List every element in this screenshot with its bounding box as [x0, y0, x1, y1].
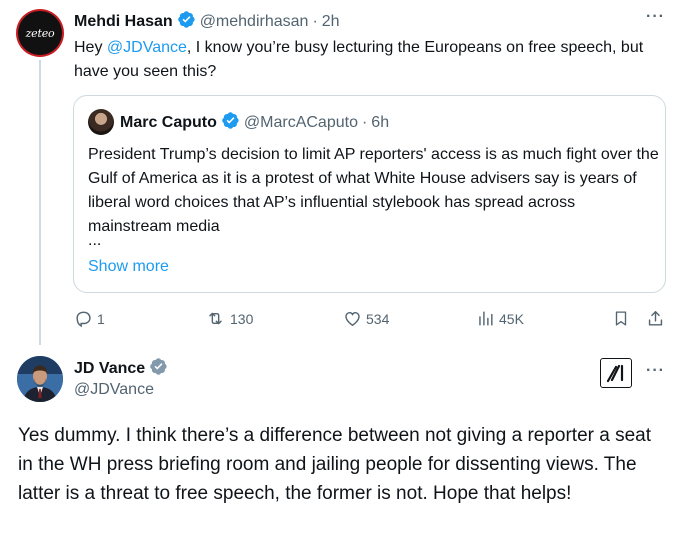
quoted-tweet-text: President Trump’s decision to limit AP r…	[88, 146, 659, 235]
views-count: 45K	[499, 310, 524, 327]
thread-connector-line	[39, 60, 41, 345]
gray-verified-badge-icon	[149, 357, 168, 381]
zeteo-logo: zeteo	[18, 11, 62, 55]
jd-vance-photo	[17, 356, 63, 402]
avatar-marc-caputo[interactable]	[88, 109, 114, 135]
reply-author-header: JD Vance	[74, 357, 168, 381]
views-button[interactable]: 45K	[476, 309, 524, 328]
repost-count: 130	[230, 310, 254, 327]
repost-button[interactable]: 130	[205, 309, 253, 328]
reply-author-handle[interactable]: @JDVance	[74, 381, 154, 399]
reply-icon	[76, 311, 91, 328]
heart-icon	[345, 312, 360, 327]
reply-author-name[interactable]: JD Vance	[74, 360, 145, 378]
author-name[interactable]: Mehdi Hasan	[74, 13, 173, 31]
share-button[interactable]	[646, 309, 665, 328]
reply-button[interactable]: 1	[74, 309, 105, 328]
bookmark-icon	[615, 311, 627, 326]
quoted-tweet-header: Marc Caputo @MarcACaputo · 6h	[120, 111, 389, 135]
more-dots-icon[interactable]: ···	[646, 8, 665, 26]
show-more-link[interactable]: Show more	[88, 258, 169, 276]
main-tweet-text: Hey @JDVance, I know you’re busy lecturi…	[74, 39, 644, 80]
author-handle[interactable]: @mehdirhasan	[200, 13, 309, 31]
mention-link[interactable]: @JDVance	[107, 39, 187, 56]
like-button[interactable]: 534	[343, 309, 389, 328]
views-chart-icon	[479, 311, 493, 326]
avatar-mehdi-hasan[interactable]: zeteo	[16, 9, 64, 57]
separator-dot: ·	[312, 13, 318, 30]
like-count: 534	[366, 310, 390, 327]
reply-tweet-text: Yes dummy. I think there’s a difference …	[18, 425, 652, 504]
more-dots-icon[interactable]: ···	[646, 362, 665, 380]
separator-dot: ·	[361, 114, 368, 131]
quoted-tweet-card[interactable]: Marc Caputo @MarcACaputo · 6h President …	[73, 95, 666, 293]
quoted-tweet-timestamp[interactable]: 6h	[371, 114, 389, 132]
reply-count: 1	[97, 310, 105, 327]
grok-icon[interactable]	[600, 358, 632, 388]
tweet-timestamp[interactable]: 2h	[322, 13, 340, 31]
verified-badge-icon	[221, 111, 240, 135]
quoted-tweet-ellipsis: ...	[88, 232, 102, 249]
quoted-author-name[interactable]: Marc Caputo	[120, 114, 217, 132]
repost-icon	[209, 312, 222, 325]
quoted-author-handle[interactable]: @MarcACaputo	[244, 114, 358, 132]
main-tweet-header: Mehdi Hasan @mehdirhasan · 2h	[74, 10, 340, 34]
tweet-action-bar: 1 130 534 45K	[0, 309, 681, 331]
share-icon	[648, 311, 663, 326]
verified-badge-icon	[177, 10, 196, 34]
bookmark-button[interactable]	[612, 309, 630, 328]
avatar-jd-vance[interactable]	[17, 356, 63, 402]
